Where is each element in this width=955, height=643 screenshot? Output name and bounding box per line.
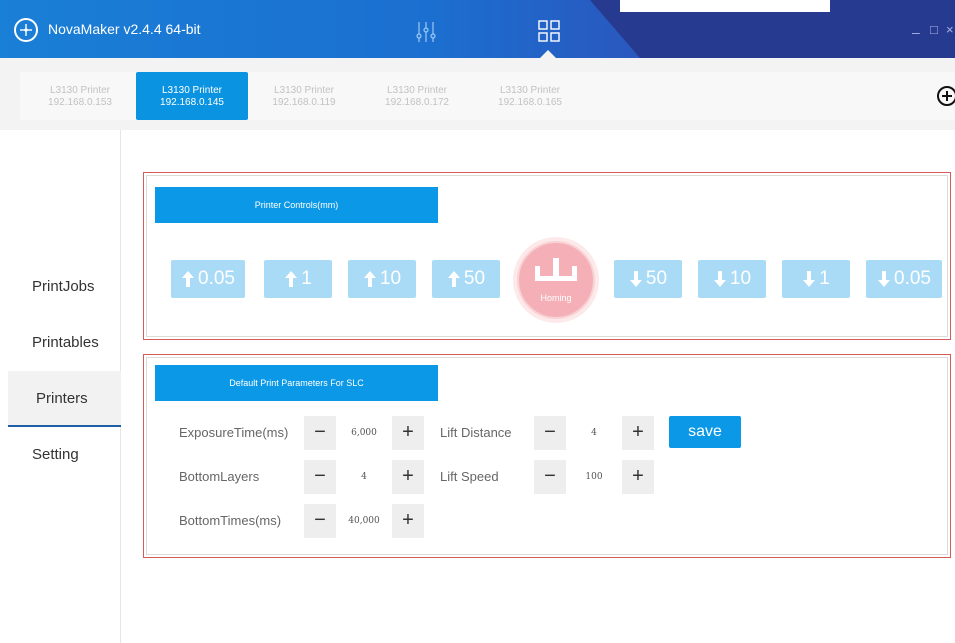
move-up-50-button[interactable]: 50 [432,260,500,298]
increment-button[interactable]: + [392,460,424,494]
printer-tab-active[interactable]: L3130 Printer 192.168.0.145 [136,72,248,120]
move-down-10-button[interactable]: 10 [698,260,766,298]
arrow-up-icon [285,270,298,287]
decrement-button[interactable]: − [304,460,336,494]
sidebar-item-printers[interactable]: Printers [8,371,121,427]
printer-tab-ip: 192.168.0.165 [498,97,562,108]
move-down-50-button[interactable]: 50 [614,260,682,298]
sidebar-item-printjobs[interactable]: PrintJobs [8,259,121,315]
arrow-up-icon [363,270,376,287]
printer-tab-name: L3130 Printer [499,85,561,96]
move-button-label: 1 [819,268,830,289]
decrement-button[interactable]: − [304,416,336,450]
increment-button[interactable]: + [392,416,424,450]
move-button-label: 10 [729,268,752,289]
homing-button[interactable]: Homing [517,241,595,319]
active-mode-indicator [540,50,556,58]
arrow-down-icon [713,270,726,287]
sidebar-item-setting[interactable]: Setting [8,427,121,483]
printer-tab-ip: 192.168.0.172 [385,97,449,108]
move-button-label: 10 [379,268,402,289]
homing-icon [535,258,577,281]
sidebar: PrintJobs Printables Printers Setting [8,130,121,643]
move-button-label: 50 [463,268,486,289]
decrement-button[interactable]: − [534,416,566,450]
printer-tab-ip: 192.168.0.153 [48,97,112,108]
lift-distance-stepper: − + [534,416,654,450]
add-printer-icon[interactable] [936,85,955,107]
printer-tab-ip: 192.168.0.145 [160,97,224,108]
move-button-label: 0.05 [894,268,931,289]
exposure-time-input[interactable] [336,416,392,450]
printer-tab-name: L3130 Printer [161,85,223,96]
decrement-button[interactable]: − [534,460,566,494]
bottom-layers-input[interactable] [336,460,392,494]
maximize-icon[interactable]: □ [930,22,938,37]
close-icon[interactable]: × [946,22,954,37]
arrow-down-icon [629,270,642,287]
increment-button[interactable]: + [392,504,424,538]
arrow-up-icon [447,270,460,287]
printer-tab[interactable]: L3130 Printer 192.168.0.172 [361,72,473,120]
lift-distance-input[interactable] [566,416,622,450]
bottom-times-input[interactable] [336,504,392,538]
exposure-time-stepper: − + [304,416,424,450]
lift-speed-label: Lift Speed [440,469,499,484]
printer-tab[interactable]: L3130 Printer 192.168.0.153 [24,72,136,120]
printer-tab[interactable]: L3130 Printer 192.168.0.119 [248,72,360,120]
minimize-icon[interactable]: – [912,24,920,40]
bottom-layers-stepper: − + [304,460,424,494]
printer-tab-name: L3130 Printer [273,85,335,96]
bottom-times-stepper: − + [304,504,424,538]
print-parameters-header: Default Print Parameters For SLC [155,365,438,401]
printer-tab[interactable]: L3130 Printer 192.168.0.165 [474,72,586,120]
printer-tab-name: L3130 Printer [49,85,111,96]
lift-speed-input[interactable] [566,460,622,494]
move-down-0.05-button[interactable]: 0.05 [866,260,942,298]
printer-tab-ip: 192.168.0.119 [272,97,336,108]
exposure-time-label: ExposureTime(ms) [179,425,289,440]
sidebar-item-printables[interactable]: Printables [8,315,121,371]
homing-label: Homing [540,293,572,303]
move-up-0.05-button[interactable]: 0.05 [171,260,245,298]
lift-distance-label: Lift Distance [440,425,512,440]
move-up-10-button[interactable]: 10 [348,260,416,298]
move-button-label: 50 [645,268,668,289]
app-title: NovaMaker v2.4.4 64-bit [48,21,201,37]
title-bar: NovaMaker v2.4.4 64-bit – □ × [0,0,955,58]
arrow-down-icon [878,270,890,287]
grid-icon[interactable] [538,20,560,47]
move-button-label: 0.05 [198,268,235,289]
bottom-layers-label: BottomLayers [179,469,260,484]
decrement-button[interactable]: − [304,504,336,538]
lift-speed-stepper: − + [534,460,654,494]
move-button-label: 1 [301,268,312,289]
bottom-times-label: BottomTimes(ms) [179,513,282,528]
increment-button[interactable]: + [622,416,654,450]
arrow-down-icon [803,270,816,287]
app-logo-icon [14,18,38,42]
printer-tab-bar: L3130 Printer 192.168.0.153 L3130 Printe… [0,58,955,130]
move-up-1-button[interactable]: 1 [264,260,332,298]
printer-controls-header: Printer Controls(mm) [155,187,438,223]
arrow-up-icon [182,270,194,287]
title-bar-highlight [620,0,830,12]
increment-button[interactable]: + [622,460,654,494]
sliders-icon[interactable] [415,22,437,47]
save-button[interactable]: save [669,416,741,448]
move-down-1-button[interactable]: 1 [782,260,850,298]
printer-tab-name: L3130 Printer [386,85,448,96]
